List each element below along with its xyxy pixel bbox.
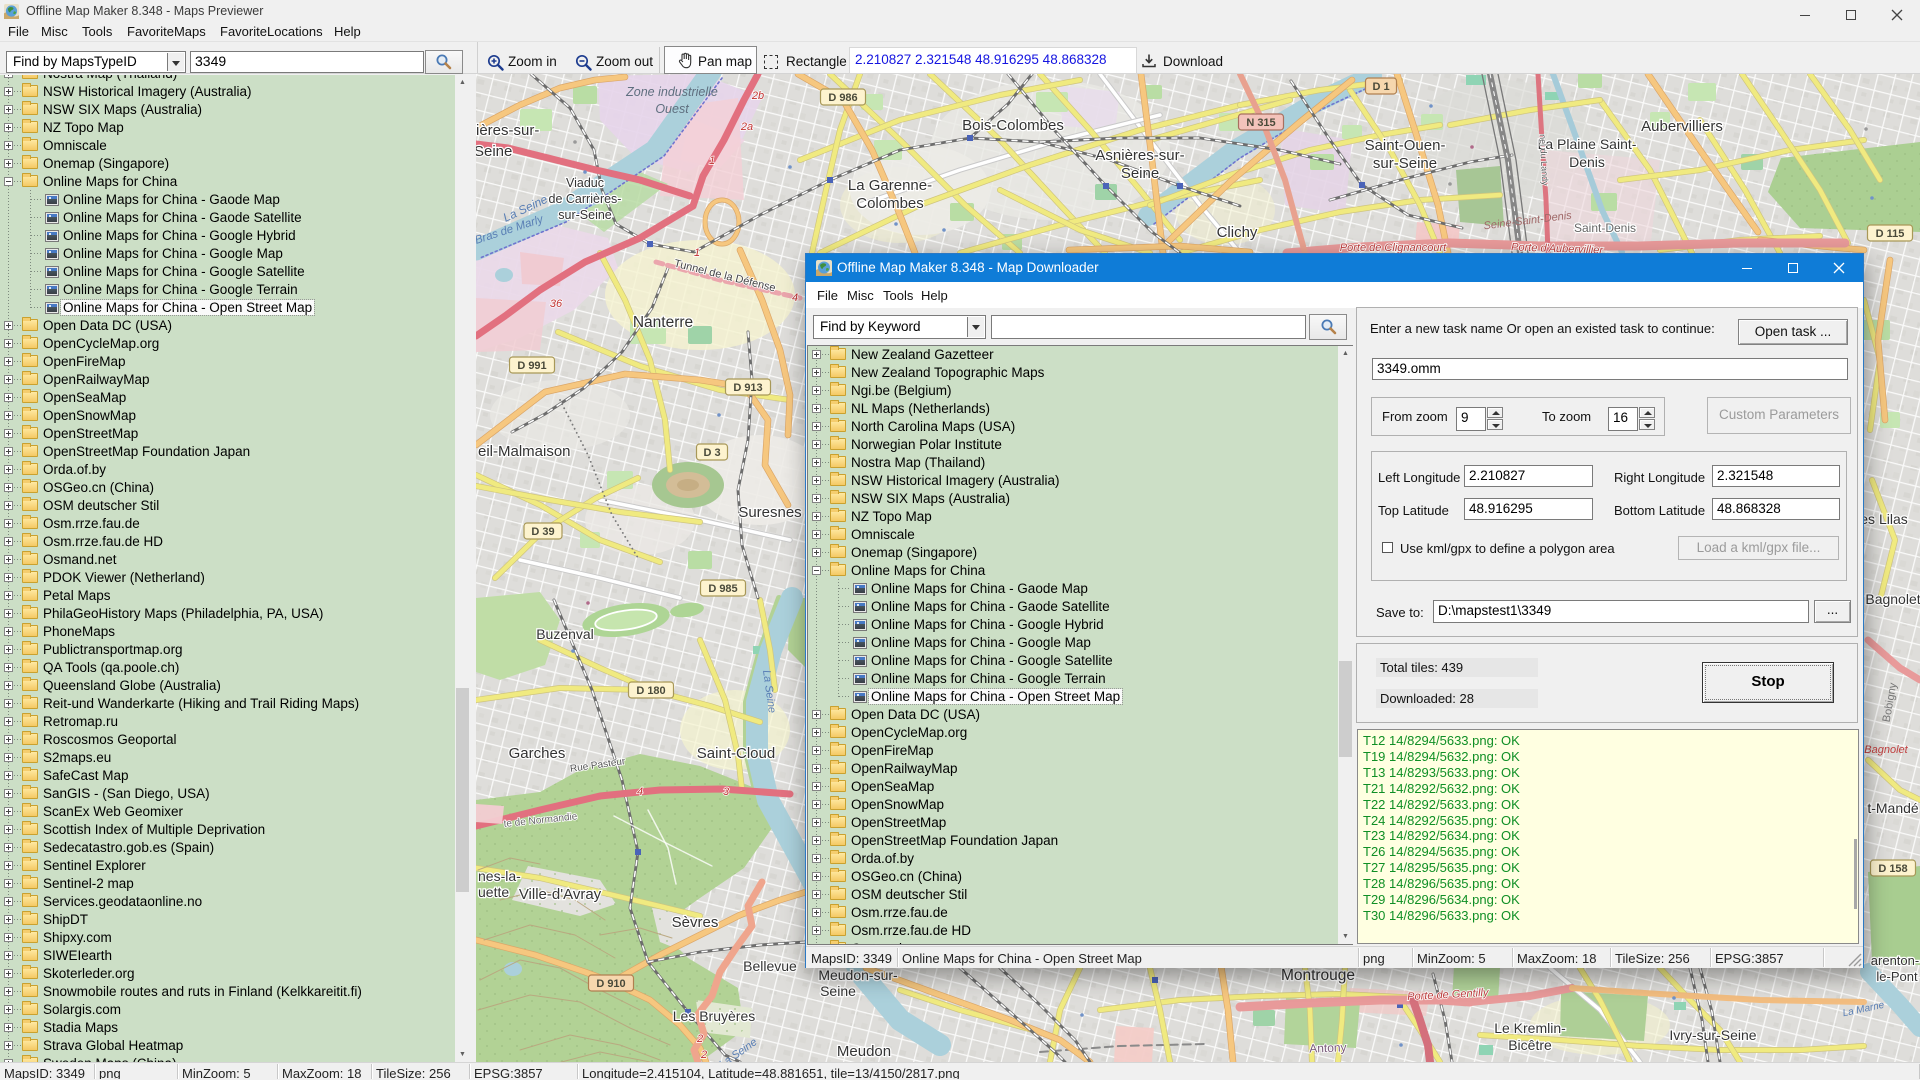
svg-text:Antony: Antony	[1309, 1040, 1347, 1055]
svg-text:uette: uette	[478, 884, 509, 900]
svg-text:Seine: Seine	[1121, 165, 1159, 182]
svg-text:D 910: D 910	[596, 978, 625, 990]
svg-text:D 39: D 39	[531, 526, 554, 538]
svg-text:4: 4	[792, 292, 798, 304]
svg-text:de Carrières-: de Carrières-	[549, 192, 622, 206]
svg-text:D 913: D 913	[733, 382, 762, 394]
svg-text:La Garenne-: La Garenne-	[848, 177, 932, 194]
svg-text:le-Pont: le-Pont	[1876, 969, 1918, 984]
svg-text:La Plaine Saint-: La Plaine Saint-	[1538, 136, 1637, 152]
svg-text:Saint-Denis: Saint-Denis	[1574, 221, 1636, 235]
svg-text:D 3: D 3	[703, 447, 720, 459]
svg-text:Seine: Seine	[476, 143, 512, 160]
svg-text:Garches: Garches	[509, 745, 566, 762]
svg-text:1: 1	[694, 247, 700, 259]
svg-text:Bagnolet: Bagnolet	[1864, 744, 1908, 756]
svg-text:Seine: Seine	[820, 983, 856, 999]
svg-text:D 991: D 991	[517, 360, 546, 372]
svg-text:Bagnolet: Bagnolet	[1865, 591, 1920, 607]
svg-text:2: 2	[700, 1049, 707, 1061]
svg-text:sur-Seine: sur-Seine	[558, 208, 612, 222]
svg-text:D 1: D 1	[1372, 81, 1389, 93]
svg-text:Aubervilliers: Aubervilliers	[1641, 118, 1723, 135]
svg-text:Ville-d'Avray: Ville-d'Avray	[519, 886, 602, 903]
svg-text:Saint-Ouen-: Saint-Ouen-	[1365, 137, 1446, 154]
svg-text:Meudon: Meudon	[837, 1043, 891, 1060]
svg-text:Sèvres: Sèvres	[672, 914, 719, 931]
svg-text:Bois-Colombes: Bois-Colombes	[962, 117, 1064, 134]
svg-text:2: 2	[696, 1033, 703, 1045]
svg-text:Montrouge: Montrouge	[1281, 967, 1355, 984]
svg-text:Viaduc: Viaduc	[566, 176, 604, 190]
svg-text:D 986: D 986	[828, 92, 857, 104]
svg-text:rières-sur-: rières-sur-	[476, 122, 539, 139]
svg-text:Zone industrielle: Zone industrielle	[625, 85, 718, 99]
svg-text:Le Kremlin-: Le Kremlin-	[1494, 1020, 1566, 1036]
svg-text:es Lilas: es Lilas	[1860, 511, 1907, 527]
svg-text:sur-Seine: sur-Seine	[1373, 155, 1437, 172]
svg-text:Clichy: Clichy	[1217, 224, 1258, 241]
svg-text:nes-la-: nes-la-	[478, 868, 521, 884]
svg-text:D 180: D 180	[636, 685, 665, 697]
svg-text:Ivry-sur-Seine: Ivry-sur-Seine	[1669, 1027, 1756, 1043]
svg-text:Bicêtre: Bicêtre	[1508, 1037, 1552, 1053]
svg-text:arenton-: arenton-	[1871, 953, 1919, 968]
svg-text:1: 1	[709, 155, 715, 167]
svg-text:D 158: D 158	[1878, 863, 1907, 875]
svg-text:Suresnes: Suresnes	[738, 504, 801, 521]
svg-text:Buzenval: Buzenval	[536, 626, 594, 642]
svg-text:2b: 2b	[751, 90, 764, 102]
svg-text:Nanterre: Nanterre	[633, 314, 693, 331]
svg-text:Denis: Denis	[1569, 154, 1605, 170]
svg-text:eil-Malmaison: eil-Malmaison	[478, 443, 571, 460]
svg-text:Saint-Cloud: Saint-Cloud	[697, 745, 775, 762]
svg-text:N 315: N 315	[1246, 117, 1275, 129]
svg-text:Ouest: Ouest	[655, 102, 689, 116]
svg-text:4: 4	[637, 786, 643, 798]
svg-text:Les Bruyères: Les Bruyères	[673, 1008, 755, 1024]
svg-text:Bellevue: Bellevue	[743, 958, 797, 974]
svg-text:D 985: D 985	[708, 583, 737, 595]
svg-text:2a: 2a	[740, 121, 753, 133]
svg-text:Meudon-sur-: Meudon-sur-	[818, 967, 898, 983]
svg-text:D 115: D 115	[1876, 228, 1905, 240]
svg-text:Colombes: Colombes	[856, 195, 924, 212]
svg-text:Asnières-sur-: Asnières-sur-	[1095, 147, 1184, 164]
svg-text:3: 3	[723, 786, 730, 798]
svg-text:t-Mandé: t-Mandé	[1867, 800, 1919, 816]
svg-text:36: 36	[550, 298, 563, 310]
